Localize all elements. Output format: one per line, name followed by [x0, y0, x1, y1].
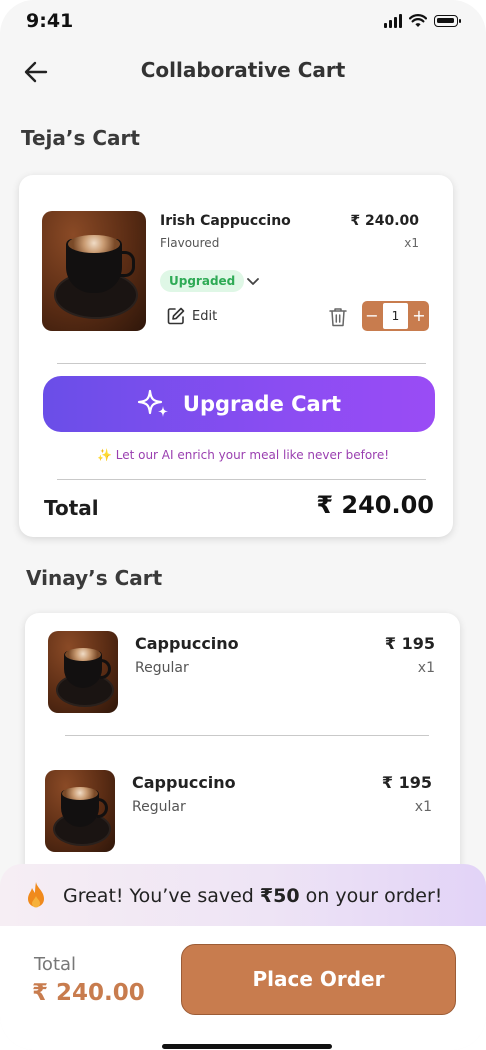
sparkle-emoji-icon: ✨ — [96, 448, 112, 462]
item-name: Cappuccino — [135, 634, 239, 653]
place-order-button[interactable]: Place Order — [181, 944, 456, 1015]
item-name: Irish Cappuccino — [160, 213, 291, 229]
divider — [65, 735, 429, 736]
item-price: ₹ 195 — [381, 773, 432, 792]
savings-amount: ₹50 — [259, 885, 300, 907]
item-variant: Regular — [135, 660, 189, 676]
divider — [57, 363, 426, 364]
divider — [57, 479, 426, 480]
flame-icon — [28, 882, 44, 908]
ai-note: ✨ Let our AI enrich your meal like never… — [0, 448, 486, 462]
irish-cappuccino-image — [42, 211, 146, 331]
edit-icon — [167, 307, 185, 325]
upgrade-cart-label: Upgrade Cart — [182, 392, 342, 416]
sparkle-icon — [137, 389, 168, 417]
teja-cart-total-label: Total — [44, 496, 99, 520]
cellular-signal-icon — [384, 14, 402, 28]
decrease-quantity-button[interactable]: − — [362, 301, 382, 331]
savings-message: Great! You’ve saved ₹50 on your order! — [63, 885, 442, 907]
increase-quantity-button[interactable]: + — [409, 301, 429, 331]
home-indicator — [162, 1044, 332, 1049]
item-price: ₹ 195 — [384, 634, 435, 653]
savings-suffix: on your order! — [299, 885, 443, 907]
edit-label: Edit — [192, 308, 218, 324]
trash-icon[interactable] — [328, 306, 348, 328]
status-icons — [384, 14, 461, 28]
quantity-value: 1 — [383, 303, 408, 329]
page-title: Collaborative Cart — [140, 58, 346, 82]
item-quantity: x1 — [404, 236, 419, 250]
edit-button[interactable]: Edit — [166, 306, 217, 326]
teja-cart-total-value: ₹ 240.00 — [316, 491, 434, 519]
item-name: Cappuccino — [132, 773, 236, 792]
footer-total-label: Total — [34, 954, 77, 975]
checkout-footer: Total ₹ 240.00 Place Order — [0, 926, 486, 1050]
phone-screen: 9:41 Collaborative Cart Teja’s Cart Iris… — [0, 0, 486, 1050]
item-quantity: x1 — [417, 660, 435, 676]
chevron-down-icon[interactable] — [246, 274, 260, 288]
status-time: 9:41 — [26, 10, 74, 32]
footer-total-value: ₹ 240.00 — [32, 980, 145, 1006]
item-variant: Flavoured — [160, 236, 220, 250]
item-price: ₹ 240.00 — [350, 213, 419, 229]
teja-cart-title: Teja’s Cart — [21, 126, 140, 150]
battery-icon — [434, 15, 461, 27]
cappuccino-image — [45, 770, 115, 852]
vinay-cart-title: Vinay’s Cart — [26, 566, 163, 590]
item-quantity: x1 — [414, 799, 432, 815]
upgraded-badge: Upgraded — [160, 270, 245, 292]
item-variant: Regular — [132, 799, 186, 815]
savings-prefix: Great! You’ve saved — [63, 885, 260, 907]
status-bar: 9:41 — [0, 0, 486, 48]
upgrade-cart-button[interactable]: Upgrade Cart — [43, 376, 435, 432]
wifi-icon — [409, 14, 427, 27]
savings-banner: Great! You’ve saved ₹50 on your order! — [0, 864, 486, 928]
cappuccino-image — [48, 631, 118, 713]
quantity-stepper: − 1 + — [362, 301, 429, 331]
ai-note-text: Let our AI enrich your meal like never b… — [115, 448, 390, 462]
